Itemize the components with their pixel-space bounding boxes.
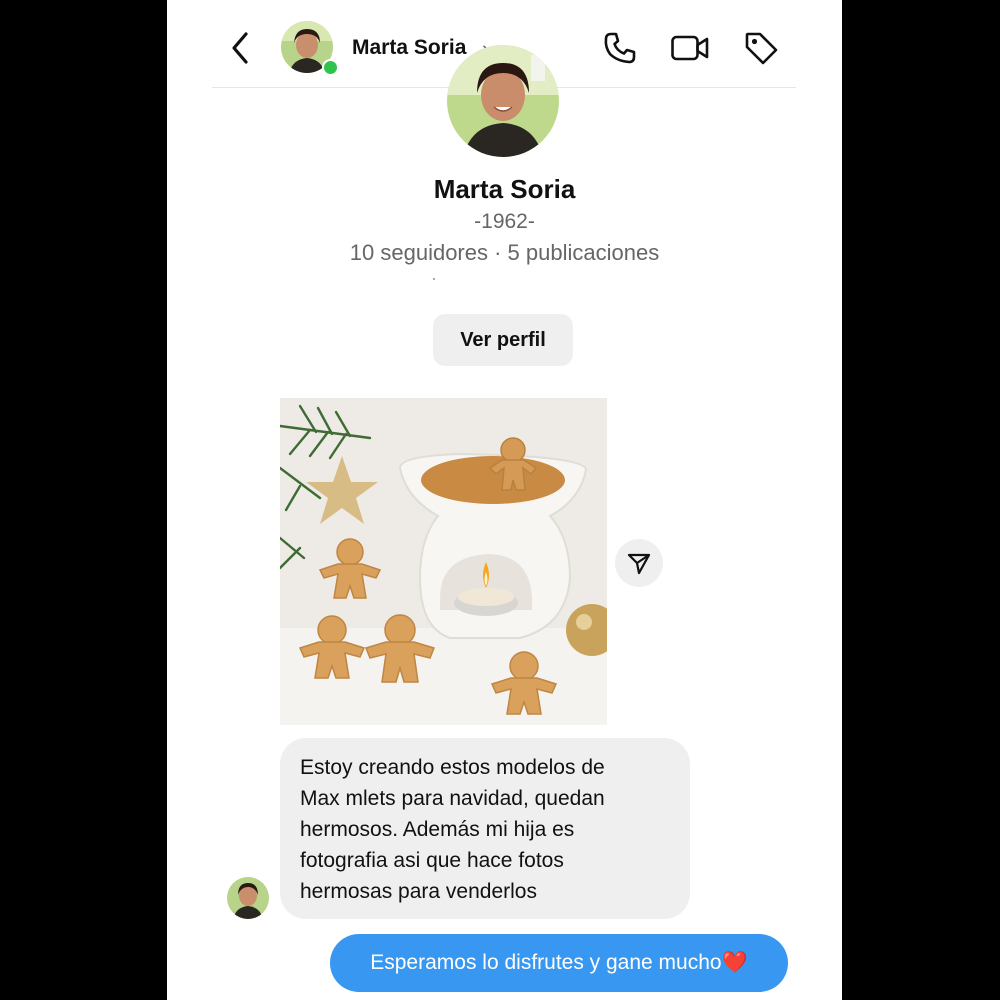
message-line: hermosos. Además mi hija es bbox=[300, 818, 575, 841]
online-status-indicator bbox=[322, 59, 339, 76]
message-line: hermosas para venderlos bbox=[300, 880, 537, 903]
phone-icon[interactable] bbox=[602, 30, 638, 66]
decorative-dot bbox=[433, 278, 435, 280]
sender-avatar[interactable] bbox=[227, 877, 269, 919]
view-profile-button[interactable]: Ver perfil bbox=[433, 314, 573, 366]
tag-icon[interactable] bbox=[743, 30, 779, 66]
outgoing-message-text: Esperamos lo disfrutes y gane mucho❤️ bbox=[370, 951, 748, 974]
profile-year: -1962- bbox=[474, 210, 535, 233]
profile-avatar[interactable] bbox=[447, 45, 559, 157]
shared-image[interactable] bbox=[280, 398, 607, 725]
header-contact-name[interactable]: Marta Soria bbox=[352, 36, 466, 60]
message-line: Max mlets para navidad, quedan bbox=[300, 787, 605, 810]
video-camera-icon[interactable] bbox=[670, 32, 710, 64]
message-line: fotografia asi que hace fotos bbox=[300, 849, 564, 872]
incoming-message-text: Estoy creando estos modelos de Max mlets… bbox=[300, 752, 670, 907]
message-line: Estoy creando estos modelos de bbox=[300, 756, 605, 779]
chat-screen: Marta Soria › Marta Soria -1962- 10 segu… bbox=[167, 0, 842, 1000]
outgoing-message-bubble[interactable]: Esperamos lo disfrutes y gane mucho❤️ bbox=[330, 934, 788, 992]
incoming-message-bubble[interactable]: Estoy creando estos modelos de Max mlets… bbox=[280, 738, 690, 919]
send-icon bbox=[627, 553, 651, 575]
profile-name: Marta Soria bbox=[433, 174, 576, 204]
profile-stats: 10 seguidores · 5 publicaciones bbox=[349, 240, 660, 265]
share-button[interactable] bbox=[615, 539, 663, 587]
back-arrow-icon[interactable] bbox=[229, 30, 251, 66]
